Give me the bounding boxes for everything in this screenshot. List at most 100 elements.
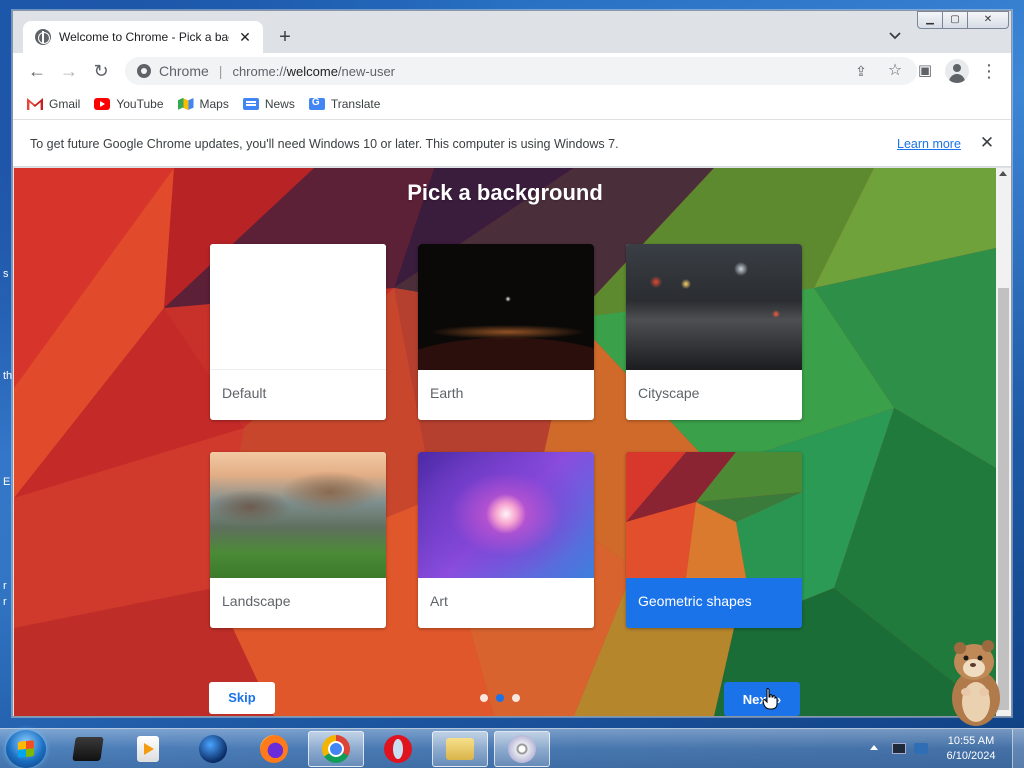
profile-avatar[interactable] xyxy=(945,59,969,83)
globe-icon xyxy=(35,29,51,45)
media-player-icon xyxy=(137,736,159,762)
bookmark-maps[interactable]: Maps xyxy=(177,97,229,111)
bookmark-translate[interactable]: Translate xyxy=(308,97,381,111)
taskbar-app-media-player[interactable] xyxy=(120,731,176,767)
clock-date: 6/10/2024 xyxy=(946,750,996,762)
tab-strip: Welcome to Chrome - Pick a bac ✕ + ▁ ▢ ✕ xyxy=(13,11,1011,53)
maximize-button[interactable]: ▢ xyxy=(942,11,968,29)
bookmark-label: Translate xyxy=(330,97,381,111)
desktop-edge-text: r xyxy=(3,580,7,592)
background-option-earth[interactable]: Earth xyxy=(418,244,594,420)
url-text: chrome://welcome/new-user xyxy=(232,64,395,79)
opera-icon xyxy=(384,735,412,763)
network-icon[interactable] xyxy=(892,743,906,754)
learn-more-link[interactable]: Learn more xyxy=(897,137,961,151)
address-bar[interactable]: Chrome | chrome://welcome/new-user ⇪ ☆ xyxy=(125,57,917,85)
chrome-window: Welcome to Chrome - Pick a bac ✕ + ▁ ▢ ✕… xyxy=(12,10,1012,717)
back-button[interactable]: ← xyxy=(25,59,49,83)
earth-thumbnail xyxy=(418,244,594,370)
tab-search-chevron-icon[interactable] xyxy=(885,27,905,47)
omnibox-chip: Chrome xyxy=(159,63,209,79)
start-button[interactable] xyxy=(6,730,46,768)
bookmark-label: Gmail xyxy=(49,97,81,111)
card-label: Earth xyxy=(430,385,464,401)
art-thumbnail xyxy=(418,452,594,578)
bookmark-label: YouTube xyxy=(116,97,164,111)
url-host: welcome xyxy=(286,63,338,79)
maps-icon xyxy=(177,98,194,110)
firefox-icon xyxy=(260,735,288,763)
close-tab-icon[interactable]: ✕ xyxy=(237,29,253,46)
card-label: Geometric shapes xyxy=(638,593,752,609)
step-indicator xyxy=(480,694,520,702)
taskbar-app-chrome[interactable] xyxy=(308,731,364,767)
media-box-icon xyxy=(72,737,104,761)
bookmark-label: Maps xyxy=(199,97,229,111)
taskbar-app-firefox[interactable] xyxy=(246,731,302,767)
step-dot-active xyxy=(496,694,504,702)
close-icon[interactable]: ✕ xyxy=(977,133,997,153)
card-label: Art xyxy=(430,593,448,609)
bookmark-gmail[interactable]: Gmail xyxy=(27,97,80,111)
bookmark-youtube[interactable]: YouTube xyxy=(94,97,164,111)
share-icon[interactable]: ⇪ xyxy=(851,61,871,81)
taskbar-app-file-explorer[interactable] xyxy=(432,731,488,767)
toolbar: ← → ↻ Chrome | chrome://welcome/new-user… xyxy=(13,53,1011,89)
card-label: Default xyxy=(222,385,267,401)
infobar-message: To get future Google Chrome updates, you… xyxy=(30,137,619,151)
taskbar-app-media-box[interactable] xyxy=(60,731,116,767)
minimize-button[interactable]: ▁ xyxy=(917,11,943,29)
background-option-geometric-shapes[interactable]: Geometric shapes xyxy=(626,452,802,628)
step-dot xyxy=(480,694,488,702)
bookmark-news[interactable]: News xyxy=(242,97,295,111)
page-title: Pick a background xyxy=(407,180,603,205)
desktop-edge-text: r xyxy=(3,596,7,608)
show-desktop-button[interactable] xyxy=(1012,729,1024,768)
volume-icon[interactable] xyxy=(914,743,928,754)
desktop-edge-text: E xyxy=(3,476,11,488)
bookmarks-bar: Gmail YouTube Maps News Translate xyxy=(13,89,1011,119)
skip-button[interactable]: Skip xyxy=(209,682,275,714)
background-option-cityscape[interactable]: Cityscape xyxy=(626,244,802,420)
menu-kebab-icon[interactable]: ⋮ xyxy=(977,59,1001,83)
reload-button[interactable]: ↻ xyxy=(89,59,113,83)
side-panel-icon[interactable]: ▣ xyxy=(913,59,937,83)
system-clock[interactable]: 10:55 AM 6/10/2024 xyxy=(938,734,1004,764)
default-thumbnail xyxy=(210,244,386,370)
desktop-edge-text: s xyxy=(3,268,9,280)
taskbar-app-disc-burner[interactable] xyxy=(494,731,550,767)
vertical-scrollbar[interactable] xyxy=(996,168,1011,716)
cityscape-thumbnail xyxy=(626,244,802,370)
bookmark-star-icon[interactable]: ☆ xyxy=(885,61,905,81)
hand-cursor-icon xyxy=(762,688,778,710)
forward-button[interactable]: → xyxy=(57,59,81,83)
new-tab-button[interactable]: + xyxy=(273,25,297,49)
step-dot xyxy=(512,694,520,702)
hamster-gadget[interactable] xyxy=(944,636,1006,728)
taskbar: 10:55 AM 6/10/2024 xyxy=(0,728,1024,768)
chrome-icon xyxy=(322,735,350,763)
tab-title: Welcome to Chrome - Pick a bac xyxy=(59,30,229,44)
landscape-thumbnail xyxy=(210,452,386,578)
tab-welcome[interactable]: Welcome to Chrome - Pick a bac ✕ xyxy=(23,21,263,53)
globe-icon xyxy=(199,735,227,763)
geometric-thumbnail xyxy=(626,452,802,578)
disc-icon xyxy=(508,735,536,763)
taskbar-app-globe[interactable] xyxy=(185,731,241,767)
news-icon xyxy=(242,98,259,110)
close-window-button[interactable]: ✕ xyxy=(967,11,1009,29)
scroll-up-arrow-icon[interactable] xyxy=(999,171,1007,176)
chrome-logo-icon xyxy=(137,64,151,78)
taskbar-app-opera[interactable] xyxy=(370,731,426,767)
url-path: /new-user xyxy=(337,63,395,79)
page-viewport: Pick a background Default Earth Cityscap… xyxy=(14,168,996,716)
clock-time: 10:55 AM xyxy=(947,735,995,747)
background-option-landscape[interactable]: Landscape xyxy=(210,452,386,628)
show-hidden-icons-arrow-icon[interactable] xyxy=(870,745,878,750)
translate-icon xyxy=(308,97,325,110)
gmail-icon xyxy=(27,98,43,110)
background-option-art[interactable]: Art xyxy=(418,452,594,628)
background-option-default[interactable]: Default xyxy=(210,244,386,420)
card-label: Cityscape xyxy=(638,385,700,401)
card-label: Landscape xyxy=(222,593,291,609)
